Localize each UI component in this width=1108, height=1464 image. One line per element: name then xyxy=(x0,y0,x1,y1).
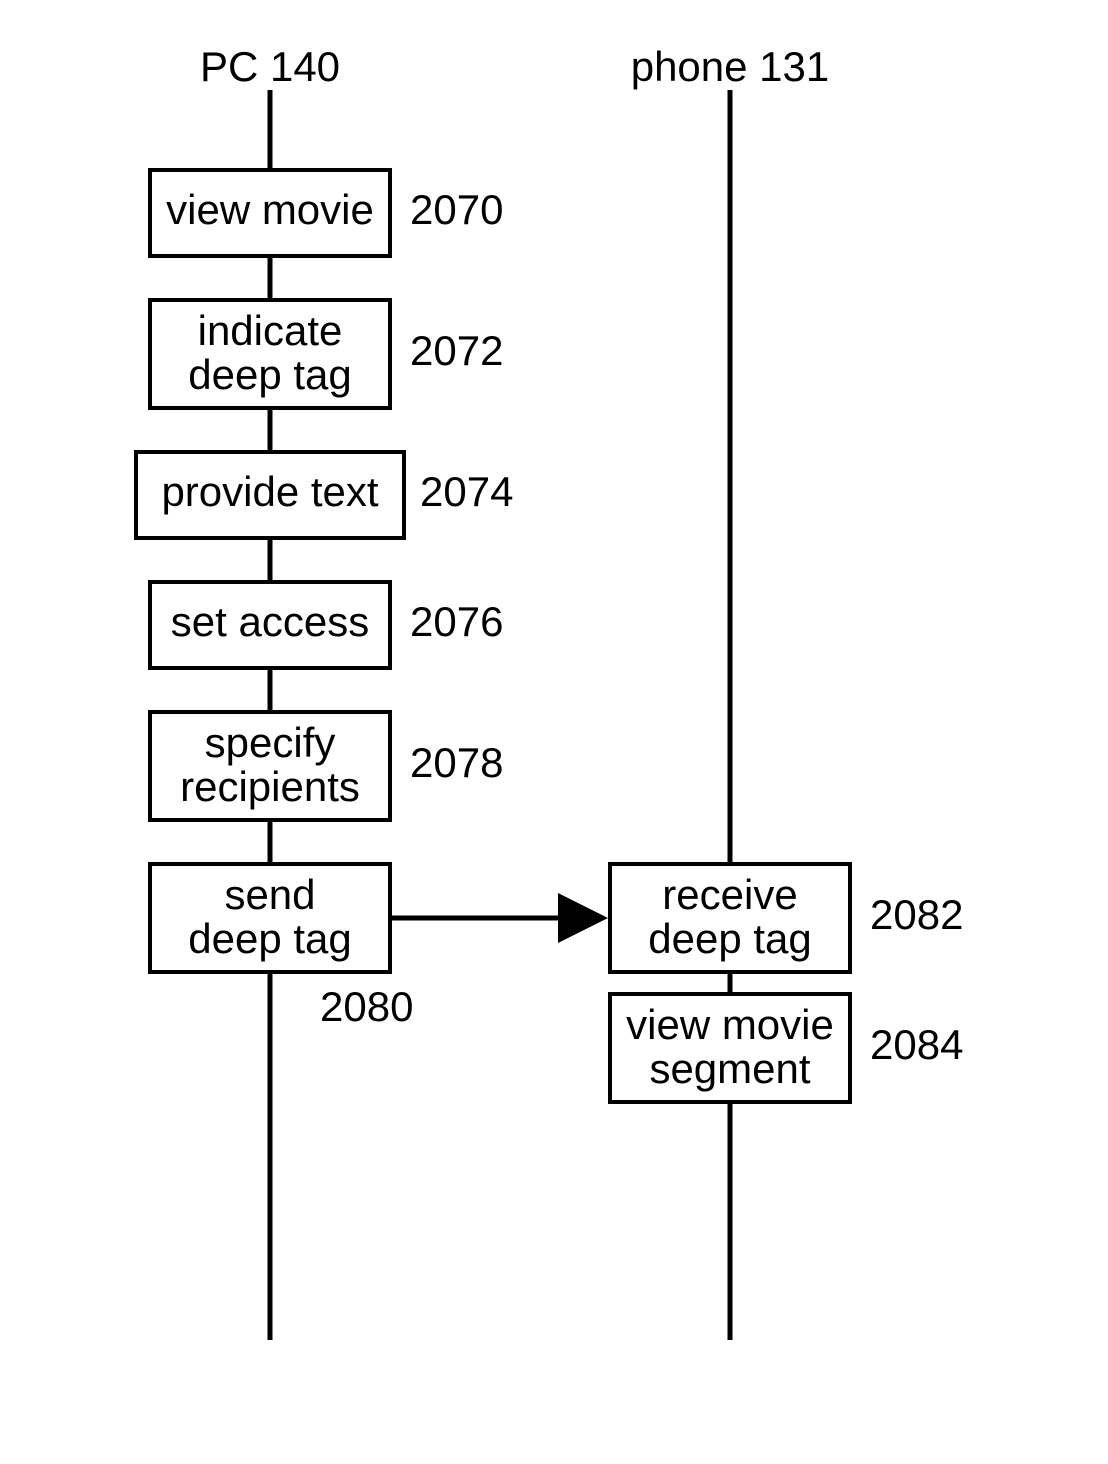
step-2072-ref: 2072 xyxy=(410,327,503,374)
step-2074-text: provide text xyxy=(161,468,378,515)
step-2074-ref: 2074 xyxy=(420,468,513,515)
step-2072-text-2: deep tag xyxy=(188,351,352,398)
step-2082: receive deep tag 2082 xyxy=(610,864,963,972)
step-2082-text-2: deep tag xyxy=(648,915,812,962)
step-2084-text-2: segment xyxy=(649,1045,810,1092)
step-2076: set access 2076 xyxy=(150,582,503,668)
lane-title-phone: phone 131 xyxy=(631,43,830,90)
lane-title-pc: PC 140 xyxy=(200,43,340,90)
step-2078: specify recipients 2078 xyxy=(150,712,503,820)
step-2070-text: view movie xyxy=(166,186,374,233)
step-2080-text-2: deep tag xyxy=(188,915,352,962)
step-2078-text-2: recipients xyxy=(180,763,360,810)
step-2070-ref: 2070 xyxy=(410,186,503,233)
step-2084: view movie segment 2084 xyxy=(610,994,963,1102)
step-2084-text-1: view movie xyxy=(626,1001,834,1048)
step-2084-ref: 2084 xyxy=(870,1021,963,1068)
step-2082-ref: 2082 xyxy=(870,891,963,938)
step-2070: view movie 2070 xyxy=(150,170,503,256)
step-2074: provide text 2074 xyxy=(136,452,513,538)
step-2082-text-1: receive xyxy=(662,871,797,918)
step-2078-text-1: specify xyxy=(205,719,336,766)
step-2080: send deep tag 2080 xyxy=(150,864,413,1030)
step-2080-ref: 2080 xyxy=(320,983,413,1030)
sequence-diagram: PC 140 phone 131 view movie 2070 indicat… xyxy=(0,0,1108,1464)
step-2072-text-1: indicate xyxy=(198,307,343,354)
step-2080-text-1: send xyxy=(224,871,315,918)
step-2076-ref: 2076 xyxy=(410,598,503,645)
step-2072: indicate deep tag 2072 xyxy=(150,300,503,408)
step-2078-ref: 2078 xyxy=(410,739,503,786)
step-2076-text: set access xyxy=(171,598,369,645)
